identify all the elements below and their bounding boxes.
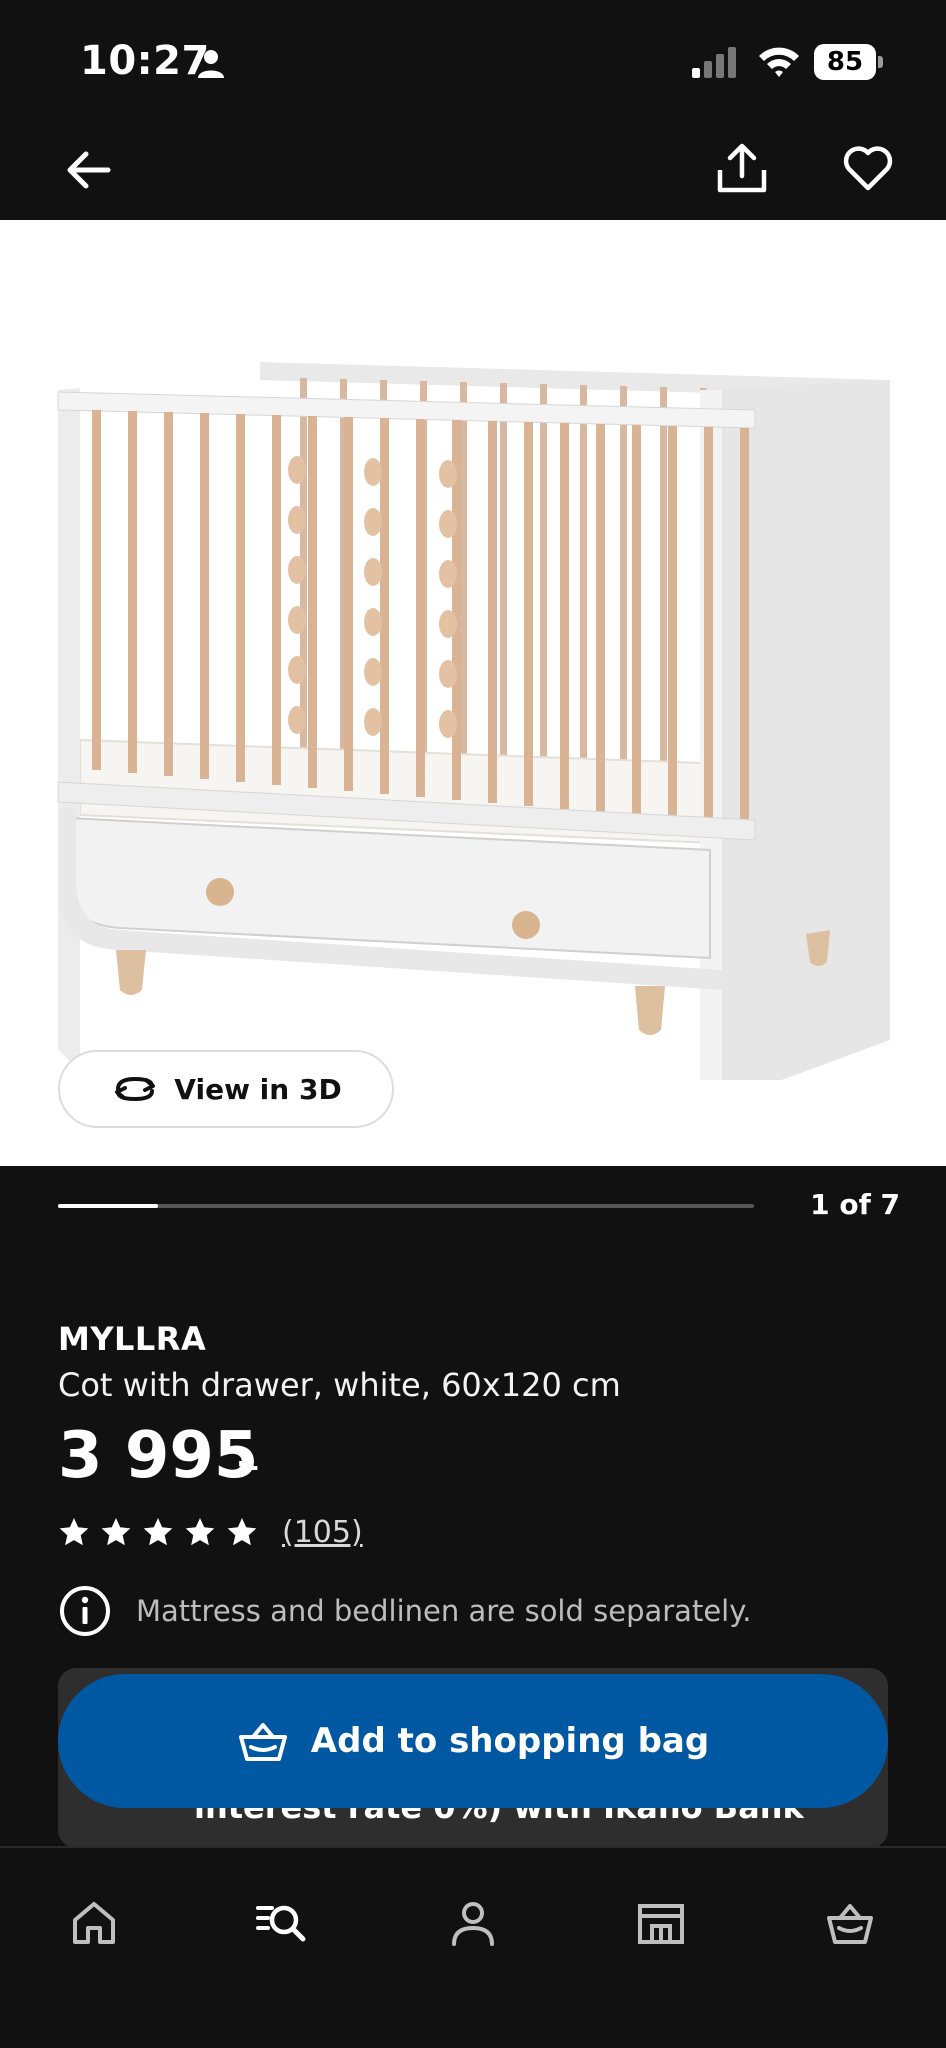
notice-row: Mattress and bedlinen are sold separatel… (58, 1584, 751, 1638)
back-arrow-icon[interactable] (60, 142, 116, 198)
wifi-icon (759, 47, 799, 77)
bottom-tab-bar (0, 1846, 946, 2048)
rating-row[interactable]: (105) (58, 1512, 363, 1552)
tab-search[interactable] (236, 1878, 326, 1968)
search-list-icon (256, 1905, 306, 1942)
battery-icon: 85 (814, 44, 884, 82)
view-in-3d-label: View in 3D (174, 1072, 342, 1106)
star-icon (101, 1518, 131, 1546)
product-price: 3 995 (58, 1419, 259, 1493)
tab-home[interactable] (49, 1878, 139, 1968)
person-icon (198, 50, 224, 78)
status-time: 10:27 (80, 38, 210, 84)
product-name: MYLLRA (58, 1320, 207, 1358)
signal-icon (692, 47, 736, 78)
view-in-3d-button[interactable]: View in 3D (58, 1050, 394, 1128)
add-to-shopping-bag-button[interactable]: Add to shopping bag (58, 1674, 888, 1808)
share-icon[interactable] (712, 138, 772, 198)
info-icon (60, 1586, 110, 1636)
product-image-crib (57, 362, 890, 1080)
status-bar: 10:27 85 (0, 0, 946, 120)
basket-icon (238, 1723, 287, 1761)
notice-text: Mattress and bedlinen are sold separatel… (136, 1594, 752, 1628)
shopping-bag-icon (827, 1904, 873, 1944)
battery-tip (878, 56, 883, 68)
profile-icon (452, 1902, 494, 1946)
star-icon (185, 1518, 215, 1546)
heart-icon[interactable] (840, 140, 896, 196)
rating-stars (58, 1516, 268, 1548)
review-count-link[interactable]: (105) (282, 1515, 363, 1550)
star-icon (59, 1518, 89, 1546)
tab-stores[interactable] (616, 1878, 706, 1968)
store-icon (638, 1904, 684, 1944)
top-nav (0, 120, 946, 220)
gallery-progress-fill (58, 1204, 158, 1208)
tab-profile[interactable] (428, 1878, 518, 1968)
tab-shopping-bag[interactable] (805, 1878, 895, 1968)
gallery-counter: 1 of 7 (810, 1188, 900, 1221)
price-suffix: :- (236, 1450, 259, 1483)
home-icon (73, 1902, 115, 1944)
rotate-3d-icon (115, 1076, 156, 1102)
add-to-bag-label: Add to shopping bag (310, 1721, 710, 1761)
product-description: Cot with drawer, white, 60x120 cm (58, 1366, 621, 1404)
star-icon (227, 1518, 257, 1546)
product-image-gallery[interactable]: View in 3D (0, 220, 946, 1166)
battery-level: 85 (814, 44, 876, 80)
gallery-progress-bar (58, 1204, 754, 1208)
star-icon (143, 1518, 173, 1546)
